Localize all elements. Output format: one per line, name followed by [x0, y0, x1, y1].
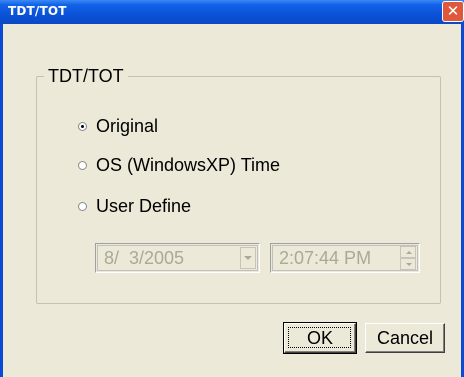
spin-up-button[interactable]: [400, 246, 416, 258]
focus-rectangle: [288, 327, 351, 348]
radio-user-define-label: User Define: [96, 196, 192, 216]
date-picker[interactable]: 8/ 3/2005: [95, 243, 260, 273]
radio-button-icon[interactable]: [78, 161, 87, 170]
time-picker[interactable]: 2:07:44 PM: [270, 243, 420, 273]
chevron-down-icon: [244, 256, 252, 260]
radio-user-define[interactable]: User Define: [78, 196, 191, 217]
radio-selected-dot: [81, 125, 84, 128]
time-spinner[interactable]: [400, 246, 416, 270]
date-dropdown-button[interactable]: [240, 247, 256, 269]
radio-os-time-label: OS (WindowsXP) Time: [96, 155, 281, 175]
arrow-up-icon: [406, 251, 412, 254]
window-title: TDT/TOT: [8, 4, 67, 18]
groupbox-label: TDT/TOT: [44, 66, 128, 87]
dialog-window: TDT/TOT ✕ TDT/TOT Original OS (WindowsXP…: [0, 0, 464, 377]
radio-original-label: Original: [96, 116, 159, 136]
close-button[interactable]: ✕: [442, 1, 464, 22]
date-value: 8/ 3/2005: [104, 248, 185, 268]
radio-button-icon[interactable]: [78, 122, 87, 131]
cancel-button[interactable]: Cancel: [365, 323, 445, 353]
time-value: 2:07:44 PM: [279, 248, 372, 268]
arrow-down-icon: [406, 263, 412, 266]
radio-os-time[interactable]: OS (WindowsXP) Time: [78, 155, 280, 176]
radio-button-icon[interactable]: [78, 202, 87, 211]
title-bar[interactable]: TDT/TOT ✕: [0, 0, 464, 24]
cancel-button-label: Cancel: [376, 327, 434, 348]
spin-down-button[interactable]: [400, 258, 416, 270]
close-icon: ✕: [446, 2, 460, 20]
radio-original[interactable]: Original: [78, 116, 158, 137]
ok-button[interactable]: OK: [283, 322, 357, 354]
